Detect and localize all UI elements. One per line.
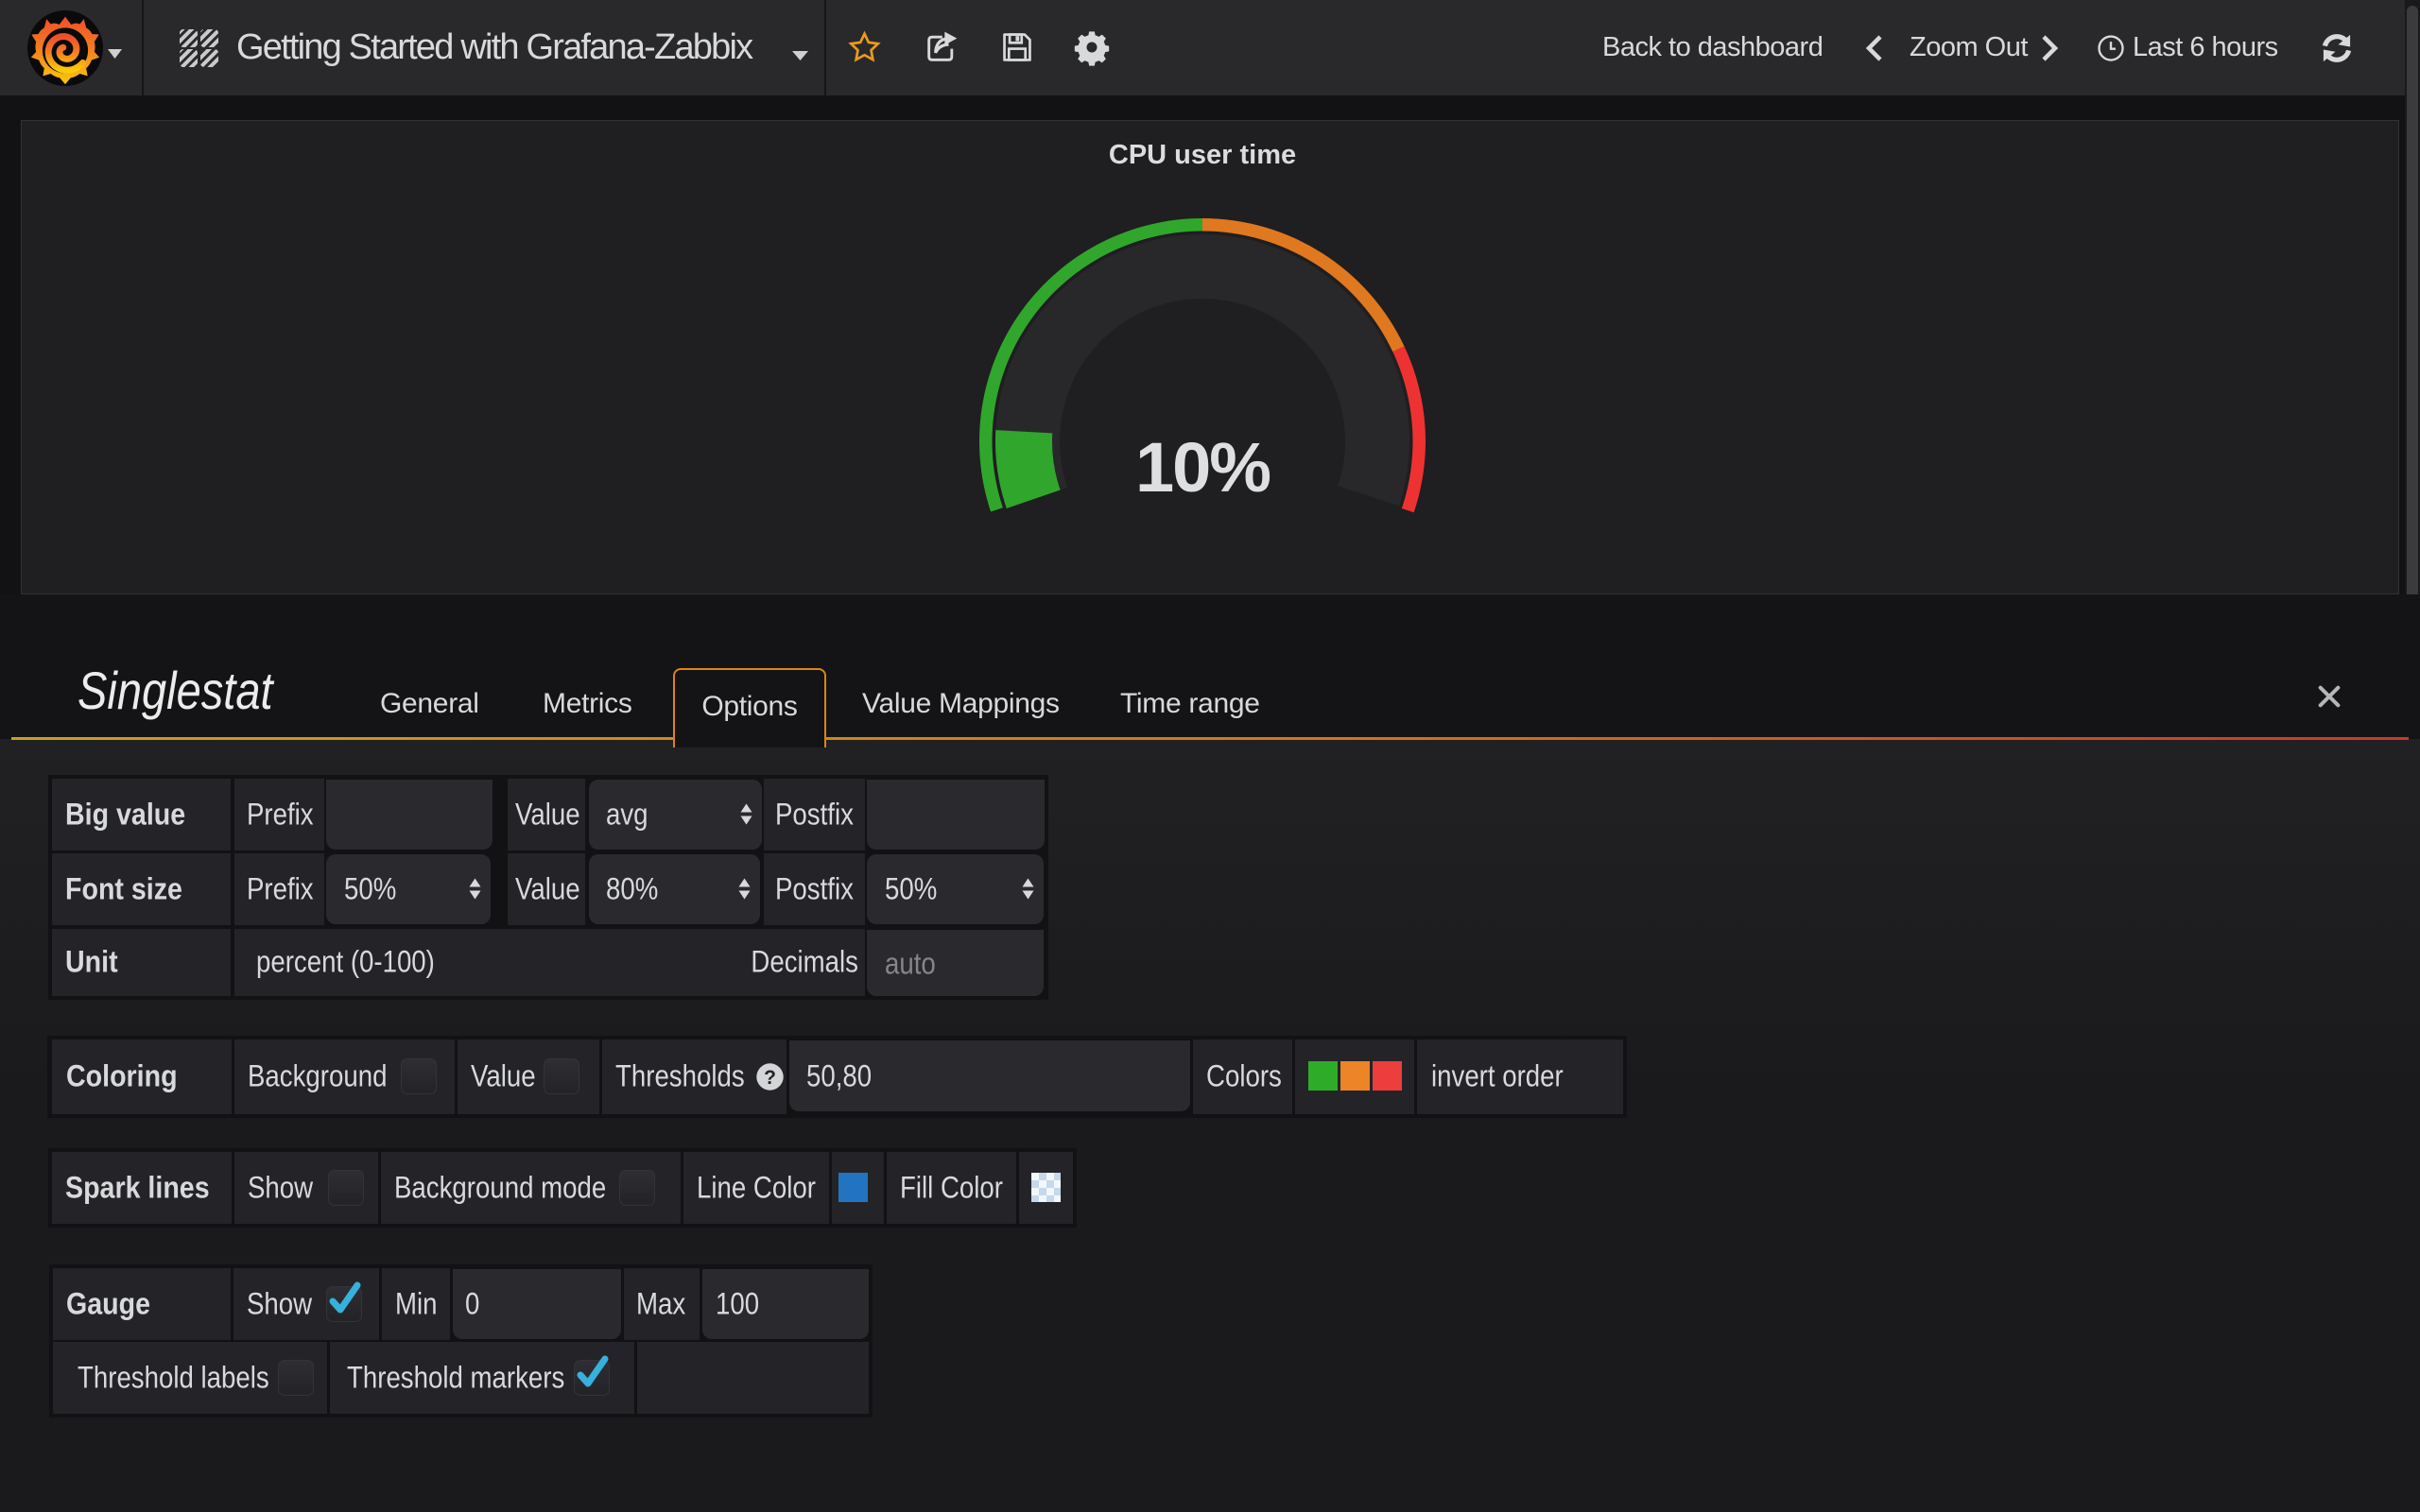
- svg-text:?: ?: [764, 1067, 776, 1089]
